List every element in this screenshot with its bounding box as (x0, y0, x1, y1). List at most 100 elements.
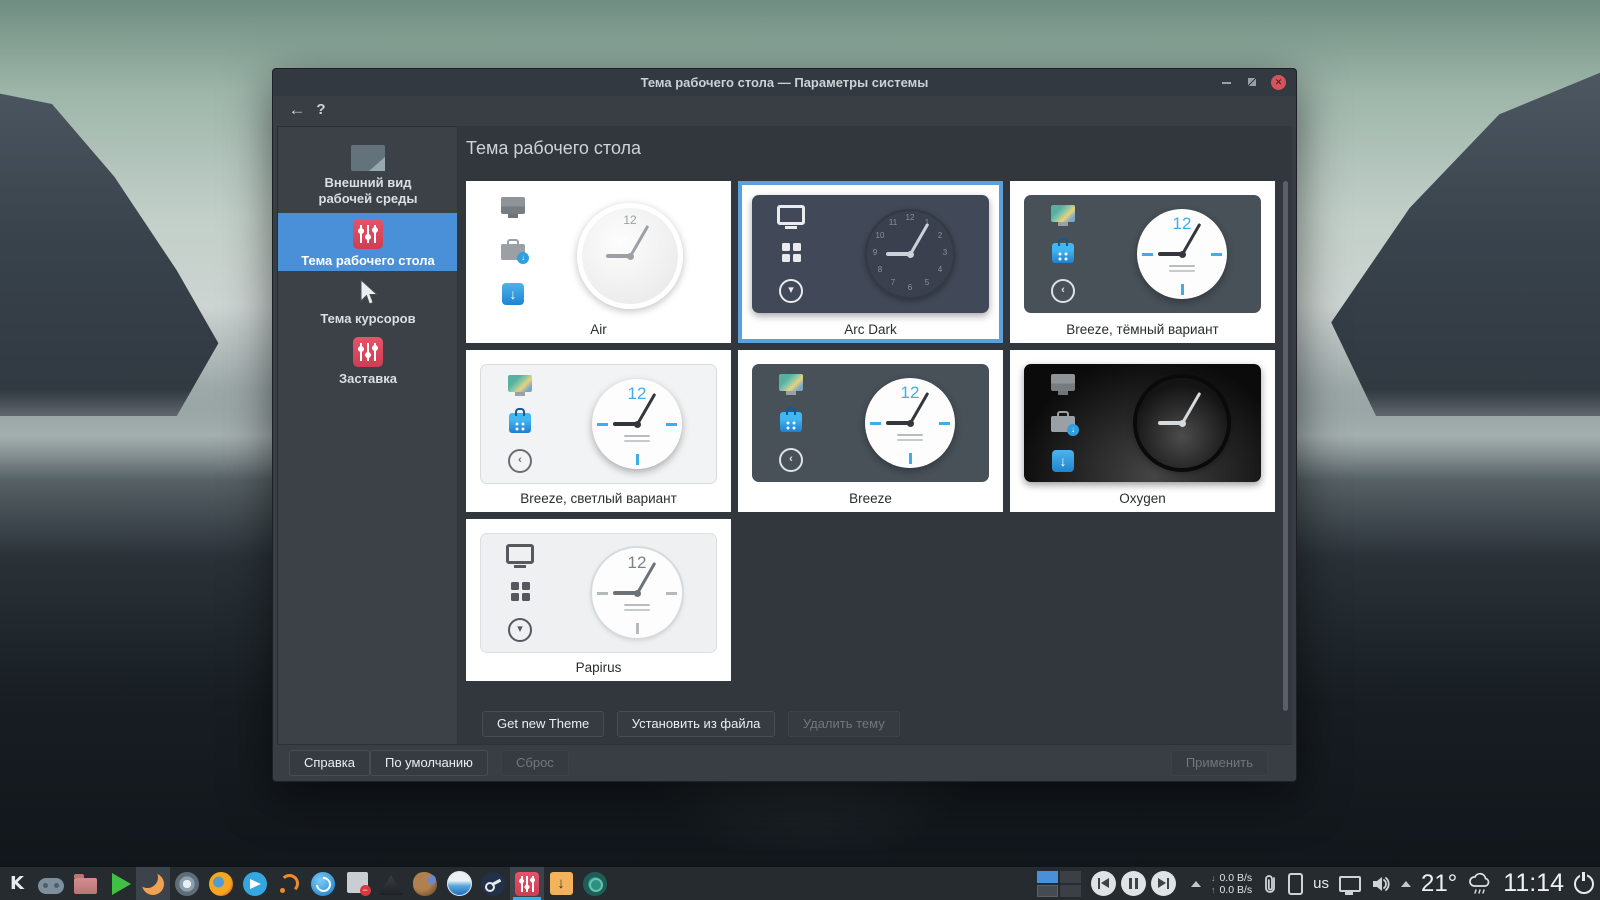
status-expander-icon[interactable] (1400, 880, 1411, 887)
reset-button: Сброс (501, 750, 569, 776)
taskbar-steam[interactable] (476, 867, 510, 900)
preview-icons (498, 197, 529, 305)
clock-numeral: 12 (627, 384, 647, 403)
clock-preview: 12 (592, 548, 682, 638)
taskbar-torrent[interactable] (306, 867, 340, 900)
theme-card-breeze-light[interactable]: ‹ 12 Breeze, светлый вариант (466, 350, 731, 512)
tick-6 (908, 453, 912, 464)
down-arrow-icon: ↓ (1210, 872, 1216, 883)
theme-list-panel: Тема рабочего стола 12 Air (457, 126, 1292, 745)
taskbar-firefox[interactable] (204, 867, 238, 900)
desktop-1-current[interactable] (1036, 870, 1058, 883)
sidebar-item-screensaver[interactable]: Заставка (278, 331, 458, 391)
clock-numeral: 12 (1172, 214, 1192, 233)
monitor-icon (779, 374, 803, 395)
taskbar-telegram[interactable] (238, 867, 272, 900)
circle-down-icon: ▾ (508, 618, 532, 642)
media-previous-button[interactable] (1090, 871, 1116, 896)
folder-icon (73, 873, 97, 894)
theme-card-air[interactable]: 12 Air (466, 181, 731, 343)
weather-rain-icon[interactable] (1467, 871, 1493, 897)
taskbar-chromium[interactable] (170, 867, 204, 900)
install-from-file-button[interactable]: Установить из файла (616, 711, 776, 737)
sidebar-item-desktop-theme[interactable]: Тема рабочего стола (278, 213, 458, 271)
keyboard-layout-indicator[interactable]: us (1313, 875, 1329, 892)
clock[interactable]: 11:14 (1503, 869, 1564, 898)
clock-numeral: 12 (627, 553, 647, 572)
sidebar-item-appearance[interactable]: Внешний вид рабочей среды (278, 139, 458, 213)
temperature-value[interactable]: 21° (1421, 870, 1457, 898)
defaults-button[interactable]: По умолчанию (370, 750, 488, 776)
desktop-3[interactable] (1036, 884, 1058, 897)
toolbar: ← ? (273, 96, 1296, 126)
sliders-icon (353, 219, 383, 249)
theme-card-oxygen[interactable]: Oxygen (1010, 350, 1275, 512)
taskbar-file-manager[interactable] (68, 867, 102, 900)
clock-preview (1137, 378, 1227, 468)
desktop-4[interactable] (1059, 884, 1081, 897)
clock-numeral: 12 (905, 213, 915, 222)
taskbar-rss-reader[interactable] (272, 867, 306, 900)
clock-numeral: 9 (872, 248, 878, 257)
taskbar-pet-app[interactable] (408, 867, 442, 900)
clock-numeral: 6 (907, 283, 913, 292)
download-icon (1052, 450, 1074, 472)
sidebar: Внешний вид рабочей среды Тема рабочего … (277, 126, 459, 745)
taskbar-package-updater[interactable] (340, 867, 374, 900)
minute-hand (1180, 391, 1201, 424)
dialog-footer: Справка По умолчанию Сброс Применить (277, 744, 1292, 781)
taskbar-download-manager[interactable] (544, 867, 578, 900)
help-button[interactable]: ? (311, 98, 331, 122)
media-pause-button[interactable] (1120, 871, 1146, 896)
theme-card-papirus[interactable]: ▾ 12 Papirus (466, 519, 731, 681)
desktop-2[interactable] (1059, 870, 1081, 883)
theme-card-breeze-dark[interactable]: ‹ 12 Breeze, тёмный вариант (1010, 181, 1275, 343)
kde-launcher-icon (5, 872, 29, 896)
taskbar-inkscape[interactable] (374, 867, 408, 900)
taskbar-gamepad[interactable] (34, 867, 68, 900)
preview-icons: ‹ (1048, 205, 1078, 303)
taskbar-system-settings[interactable] (510, 867, 544, 900)
circle-back-icon: ‹ (1051, 279, 1075, 303)
sidebar-item-cursor-theme[interactable]: Тема курсоров (278, 273, 458, 329)
get-new-theme-button[interactable]: Get new Theme (482, 711, 605, 737)
network-speed-widget[interactable]: ↓ 0.0 B/s ↑ 0.0 B/s (1211, 872, 1252, 896)
sidebar-item-label: Заставка (339, 371, 397, 386)
desktop-appearance-icon (351, 145, 385, 171)
display-icon[interactable] (1338, 875, 1361, 895)
virtual-desktop-pager[interactable] (1036, 870, 1081, 897)
theme-preview: ‹ 12 (480, 364, 717, 484)
shopping-bag-icon (780, 406, 802, 432)
taskbar-paint-app[interactable] (442, 867, 476, 900)
close-icon[interactable] (1271, 75, 1286, 90)
clipboard-icon[interactable] (1262, 873, 1278, 895)
phone-icon[interactable] (1288, 872, 1304, 895)
chromium-icon (175, 871, 199, 896)
theme-card-arc-dark[interactable]: ▾ 12 1 2 3 4 5 6 7 8 9 10 11 (738, 181, 1003, 343)
apply-button: Применить (1170, 750, 1268, 776)
media-next-button[interactable] (1150, 871, 1176, 896)
minimize-icon[interactable] (1220, 76, 1234, 90)
app-launcher-button[interactable] (0, 867, 34, 900)
scrollbar[interactable] (1283, 181, 1288, 711)
back-button[interactable]: ← (285, 98, 309, 122)
taskbar-play-store[interactable] (102, 867, 136, 900)
volume-icon[interactable] (1371, 875, 1391, 893)
taskbar-crescent-app[interactable] (136, 866, 170, 900)
power-icon[interactable] (1574, 871, 1594, 894)
theme-name: Breeze, светлый вариант (520, 491, 677, 506)
page-title: Тема рабочего стола (466, 138, 642, 158)
clock-branding (624, 434, 650, 437)
taskbar-network-app[interactable] (578, 867, 612, 900)
theme-card-breeze[interactable]: ‹ 12 Breeze (738, 350, 1003, 512)
theme-preview: ▾ 12 1 2 3 4 5 6 7 8 9 10 11 (752, 195, 989, 313)
tray-expander-icon[interactable] (1190, 880, 1201, 887)
restore-icon[interactable] (1246, 76, 1260, 90)
titlebar[interactable]: Тема рабочего стола — Параметры системы (273, 69, 1296, 96)
briefcase-icon (1051, 410, 1079, 436)
clock-branding (897, 433, 923, 436)
clock-branding (1169, 264, 1195, 267)
clock-center (1178, 250, 1186, 258)
help-footer-button[interactable]: Справка (289, 750, 370, 776)
tick-3 (1211, 252, 1222, 256)
